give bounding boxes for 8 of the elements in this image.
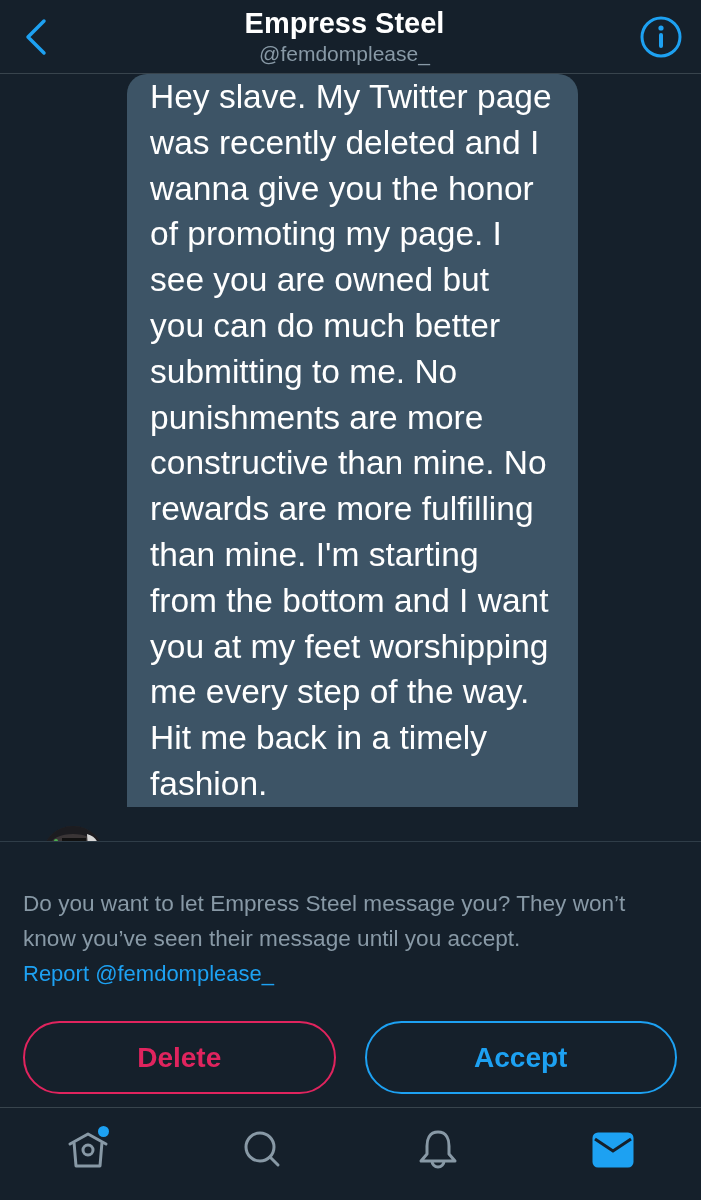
message-request-text: Do you want to let Empress Steel message you? They won’t know you’ve seen their message until you accept. [23, 890, 627, 953]
accept-button[interactable]: Accept [364, 1021, 677, 1094]
report-link[interactable]: Report @femdomplease_ [23, 956, 274, 991]
message-bubble: Hey slave. My Twitter page was recently deleted and I wanna give you the honor of promoting my page. I see you are owned but you can do much better submitting to me. No punishments are more constructive than mine. No rewards are more fulfilling than mine. I'm starting from the bottom and I want you at my feet worshipping me every step of the way. Hit me back in a timely fashion. [127, 74, 578, 807]
user-handle: @femdomplease_ [259, 40, 430, 68]
delete-button[interactable]: Delete [23, 1021, 336, 1094]
conversation-title: Empress Steel [244, 5, 445, 40]
info-icon[interactable] [639, 14, 683, 59]
